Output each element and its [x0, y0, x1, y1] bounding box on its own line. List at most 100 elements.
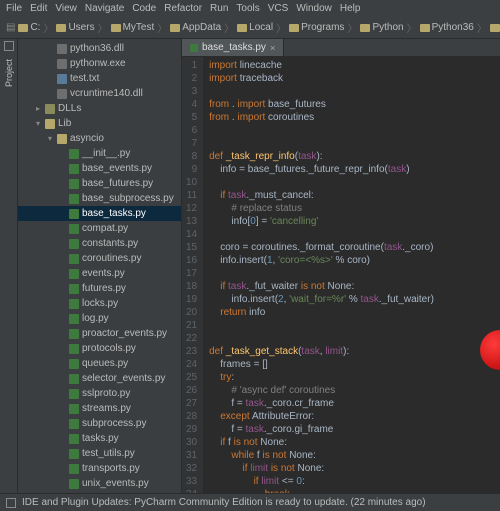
tree-node-subprocesspy[interactable]: subprocess.py — [18, 416, 181, 431]
status-text[interactable]: IDE and Plugin Updates: PyCharm Communit… — [22, 497, 426, 508]
expand-arrow-icon[interactable]: ▾ — [34, 119, 42, 128]
code-line[interactable]: info = base_futures._future_repr_info(ta… — [209, 163, 434, 176]
code-line[interactable]: if limit is not None: — [209, 462, 434, 475]
code-line[interactable]: import linecache — [209, 59, 434, 72]
menu-file[interactable]: File — [6, 3, 22, 14]
crumb-c[interactable]: C: — [18, 22, 40, 33]
code-line[interactable]: if limit <= 0: — [209, 475, 434, 488]
project-sidebar[interactable]: python36.dllpythonw.exetest.txtvcruntime… — [18, 39, 182, 502]
menu-tools[interactable]: Tools — [236, 3, 259, 14]
tree-node-taskspy[interactable]: tasks.py — [18, 431, 181, 446]
tree-node-transportspy[interactable]: transports.py — [18, 461, 181, 476]
tree-node-futurespy[interactable]: futures.py — [18, 281, 181, 296]
expand-arrow-icon[interactable]: ▸ — [34, 104, 42, 113]
code-line[interactable]: from . import base_futures — [209, 98, 434, 111]
code-line[interactable]: # 'async def' coroutines — [209, 384, 434, 397]
code-line[interactable]: if f is not None: — [209, 436, 434, 449]
tree-node-basefuturespy[interactable]: base_futures.py — [18, 176, 181, 191]
tree-node-unixeventspy[interactable]: unix_events.py — [18, 476, 181, 491]
close-icon[interactable]: × — [270, 43, 275, 53]
tree-node-compatpy[interactable]: compat.py — [18, 221, 181, 236]
menu-refactor[interactable]: Refactor — [164, 3, 202, 14]
menu-view[interactable]: View — [55, 3, 77, 14]
code-editor[interactable]: 1234567891011121314151617181920212223242… — [182, 57, 500, 502]
tool-square-icon[interactable] — [4, 41, 14, 51]
editor-tab[interactable]: base_tasks.py× — [182, 39, 284, 56]
tree-node-python36dll[interactable]: python36.dll — [18, 41, 181, 56]
code-line[interactable] — [209, 124, 434, 137]
code-line[interactable] — [209, 319, 434, 332]
breadcrumb-root-icon[interactable]: ▤ — [6, 22, 15, 33]
tree-node-eventspy[interactable]: events.py — [18, 266, 181, 281]
code-line[interactable] — [209, 332, 434, 345]
crumb-appdata[interactable]: AppData — [170, 22, 221, 33]
tree-node-asyncio[interactable]: ▾ asyncio — [18, 131, 181, 146]
tree-node-basesubprocesspy[interactable]: base_subprocess.py — [18, 191, 181, 206]
code-line[interactable]: def _task_get_stack(task, limit): — [209, 345, 434, 358]
tree-label: asyncio — [70, 133, 104, 144]
code-line[interactable] — [209, 228, 434, 241]
tree-node-queuespy[interactable]: queues.py — [18, 356, 181, 371]
code-line[interactable]: info.insert(1, 'coro=<%s>' % coro) — [209, 254, 434, 267]
code-line[interactable]: # replace status — [209, 202, 434, 215]
tree-node-selectoreventspy[interactable]: selector_events.py — [18, 371, 181, 386]
python-file-icon — [69, 329, 79, 339]
tree-node-vcruntime140dll[interactable]: vcruntime140.dll — [18, 86, 181, 101]
code-line[interactable]: frames = [] — [209, 358, 434, 371]
tree-node-basetaskspy[interactable]: base_tasks.py — [18, 206, 181, 221]
code-line[interactable]: if task._must_cancel: — [209, 189, 434, 202]
tree-node-testutilspy[interactable]: test_utils.py — [18, 446, 181, 461]
tree-node-lockspy[interactable]: locks.py — [18, 296, 181, 311]
code-line[interactable]: import traceback — [209, 72, 434, 85]
token-par: ._coro) — [402, 242, 433, 253]
tree-node-baseeventspy[interactable]: base_events.py — [18, 161, 181, 176]
code-line[interactable]: def _task_repr_info(task): — [209, 150, 434, 163]
tree-node-lib[interactable]: ▾Lib — [18, 116, 181, 131]
crumb-python36[interactable]: Python36 — [420, 22, 474, 33]
menu-run[interactable]: Run — [210, 3, 228, 14]
menu-code[interactable]: Code — [132, 3, 156, 14]
code-line[interactable] — [209, 176, 434, 189]
crumb-programs[interactable]: Programs — [289, 22, 344, 33]
code-line[interactable]: try: — [209, 371, 434, 384]
tree-node-logpy[interactable]: log.py — [18, 311, 181, 326]
code-line[interactable] — [209, 85, 434, 98]
folder-icon — [56, 24, 66, 32]
crumb-mytest[interactable]: MyTest — [111, 22, 155, 33]
code-line[interactable]: coro = coroutines._format_coroutine(task… — [209, 241, 434, 254]
crumb-local[interactable]: Local — [237, 22, 273, 33]
code-line[interactable]: return info — [209, 306, 434, 319]
menu-navigate[interactable]: Navigate — [85, 3, 124, 14]
tree-node-coroutinespy[interactable]: coroutines.py — [18, 251, 181, 266]
code-line[interactable]: f = task._coro.gi_frame — [209, 423, 434, 436]
code-line[interactable]: from . import coroutines — [209, 111, 434, 124]
code-line[interactable]: info.insert(2, 'wait_for=%r' % task._fut… — [209, 293, 434, 306]
code-line[interactable]: f = task._coro.cr_frame — [209, 397, 434, 410]
menu-window[interactable]: Window — [296, 3, 332, 14]
tree-node-constantspy[interactable]: constants.py — [18, 236, 181, 251]
crumb-users[interactable]: Users — [56, 22, 94, 33]
tree-node-streamspy[interactable]: streams.py — [18, 401, 181, 416]
menu-vcs[interactable]: VCS — [268, 3, 289, 14]
code-line[interactable] — [209, 267, 434, 280]
tree-node-protocolspy[interactable]: protocols.py — [18, 341, 181, 356]
tree-node-testtxt[interactable]: test.txt — [18, 71, 181, 86]
menu-help[interactable]: Help — [340, 3, 361, 14]
code-line[interactable] — [209, 137, 434, 150]
code-line[interactable]: info[0] = 'cancelling' — [209, 215, 434, 228]
code-line[interactable]: except AttributeError: — [209, 410, 434, 423]
expand-arrow-icon[interactable]: ▾ — [46, 134, 54, 143]
crumb-python[interactable]: Python — [360, 22, 403, 33]
code-line[interactable]: if task._fut_waiter is not None: — [209, 280, 434, 293]
tree-node-sslprotopy[interactable]: sslproto.py — [18, 386, 181, 401]
tree-node-dlls[interactable]: ▸DLLs — [18, 101, 181, 116]
tree-node-initpy[interactable]: __init__.py — [18, 146, 181, 161]
tree-node-pythonwexe[interactable]: pythonw.exe — [18, 56, 181, 71]
status-square-icon[interactable] — [6, 498, 16, 508]
project-toolwindow-button[interactable]: Project — [4, 59, 14, 87]
tree-node-proactoreventspy[interactable]: proactor_events.py — [18, 326, 181, 341]
source[interactable]: import linecacheimport traceback from . … — [203, 57, 434, 502]
crumb-lib[interactable]: Lib — [490, 22, 500, 33]
code-line[interactable]: while f is not None: — [209, 449, 434, 462]
menu-edit[interactable]: Edit — [30, 3, 47, 14]
